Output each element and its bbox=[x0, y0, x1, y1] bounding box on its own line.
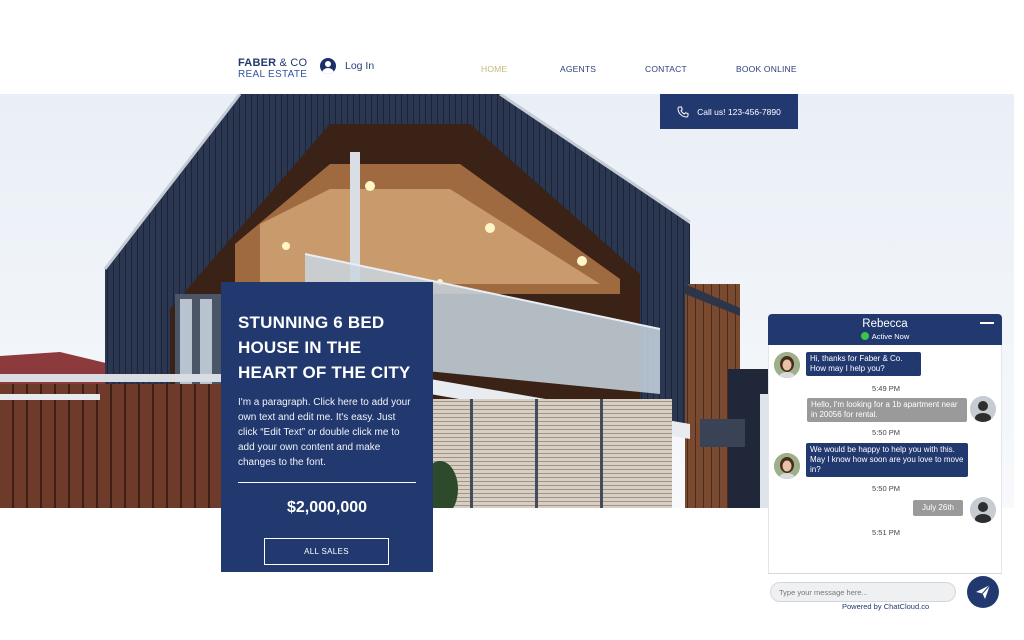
chat-status: Active Now bbox=[768, 332, 1002, 341]
user-avatar-icon bbox=[970, 497, 996, 523]
listing-card: STUNNING 6 BED HOUSE IN THE HEART OF THE… bbox=[221, 282, 433, 572]
user-icon bbox=[320, 58, 336, 74]
chat-timestamp: 5:50 PM bbox=[872, 428, 900, 437]
chat-timestamp: 5:51 PM bbox=[872, 528, 900, 537]
phone-icon bbox=[677, 106, 689, 118]
call-button[interactable]: Call us! 123-456-7890 bbox=[660, 94, 798, 129]
listing-description[interactable]: I'm a paragraph. Click here to add your … bbox=[238, 395, 416, 470]
agent-avatar bbox=[774, 453, 800, 479]
listing-title: STUNNING 6 BED HOUSE IN THE HEART OF THE… bbox=[238, 313, 411, 382]
send-icon bbox=[976, 584, 991, 599]
listing-price: $2,000,000 bbox=[286, 499, 368, 516]
call-button-label: Call us! 123-456-7890 bbox=[697, 106, 781, 117]
chat-message-agent: Hi, thanks for Faber & Co. How may I hel… bbox=[806, 352, 921, 376]
nav-home[interactable]: HOME bbox=[481, 64, 507, 74]
user-avatar-icon bbox=[970, 396, 996, 422]
logo[interactable]: FABER & CO REAL ESTATE bbox=[238, 57, 308, 81]
divider bbox=[238, 482, 416, 483]
chat-widget: Rebecca Active Now Hi, thanks for Faber … bbox=[768, 314, 1002, 612]
login-label: Log In bbox=[345, 60, 375, 72]
online-dot-icon bbox=[860, 332, 869, 340]
page: FABER & CO REAL ESTATE Log In HOME AGENT… bbox=[0, 0, 1024, 640]
nav-book-online[interactable]: BOOK ONLINE bbox=[736, 64, 797, 74]
all-sales-button[interactable]: ALL SALES bbox=[264, 538, 389, 565]
chat-timestamp: 5:49 PM bbox=[872, 384, 900, 393]
nav-contact[interactable]: CONTACT bbox=[645, 64, 687, 74]
chat-agent-name: Rebecca bbox=[862, 318, 908, 330]
logo-name: FABER bbox=[238, 57, 277, 69]
send-button[interactable] bbox=[967, 576, 999, 608]
agent-avatar bbox=[774, 352, 800, 378]
chat-message-input[interactable] bbox=[770, 582, 956, 602]
powered-by-label[interactable]: Powered by ChatCloud.co bbox=[842, 602, 929, 611]
nav-agents[interactable]: AGENTS bbox=[560, 64, 596, 74]
chat-messages[interactable]: Hi, thanks for Faber & Co. How may I hel… bbox=[768, 345, 1002, 573]
chat-message-user: Hello, I'm looking for a 1b apartment ne… bbox=[807, 398, 967, 422]
chat-timestamp: 5:50 PM bbox=[872, 484, 900, 493]
chat-message-agent: We would be happy to help you with this.… bbox=[806, 443, 968, 477]
login-button[interactable]: Log In bbox=[320, 58, 374, 74]
minimize-icon[interactable] bbox=[980, 322, 994, 324]
logo-tagline: REAL ESTATE bbox=[238, 69, 308, 80]
chat-header: Rebecca Active Now bbox=[768, 314, 1002, 345]
logo-amp: & CO bbox=[279, 57, 308, 69]
chat-status-label: Active Now bbox=[871, 332, 910, 341]
chat-message-user: July 26th bbox=[913, 500, 963, 516]
